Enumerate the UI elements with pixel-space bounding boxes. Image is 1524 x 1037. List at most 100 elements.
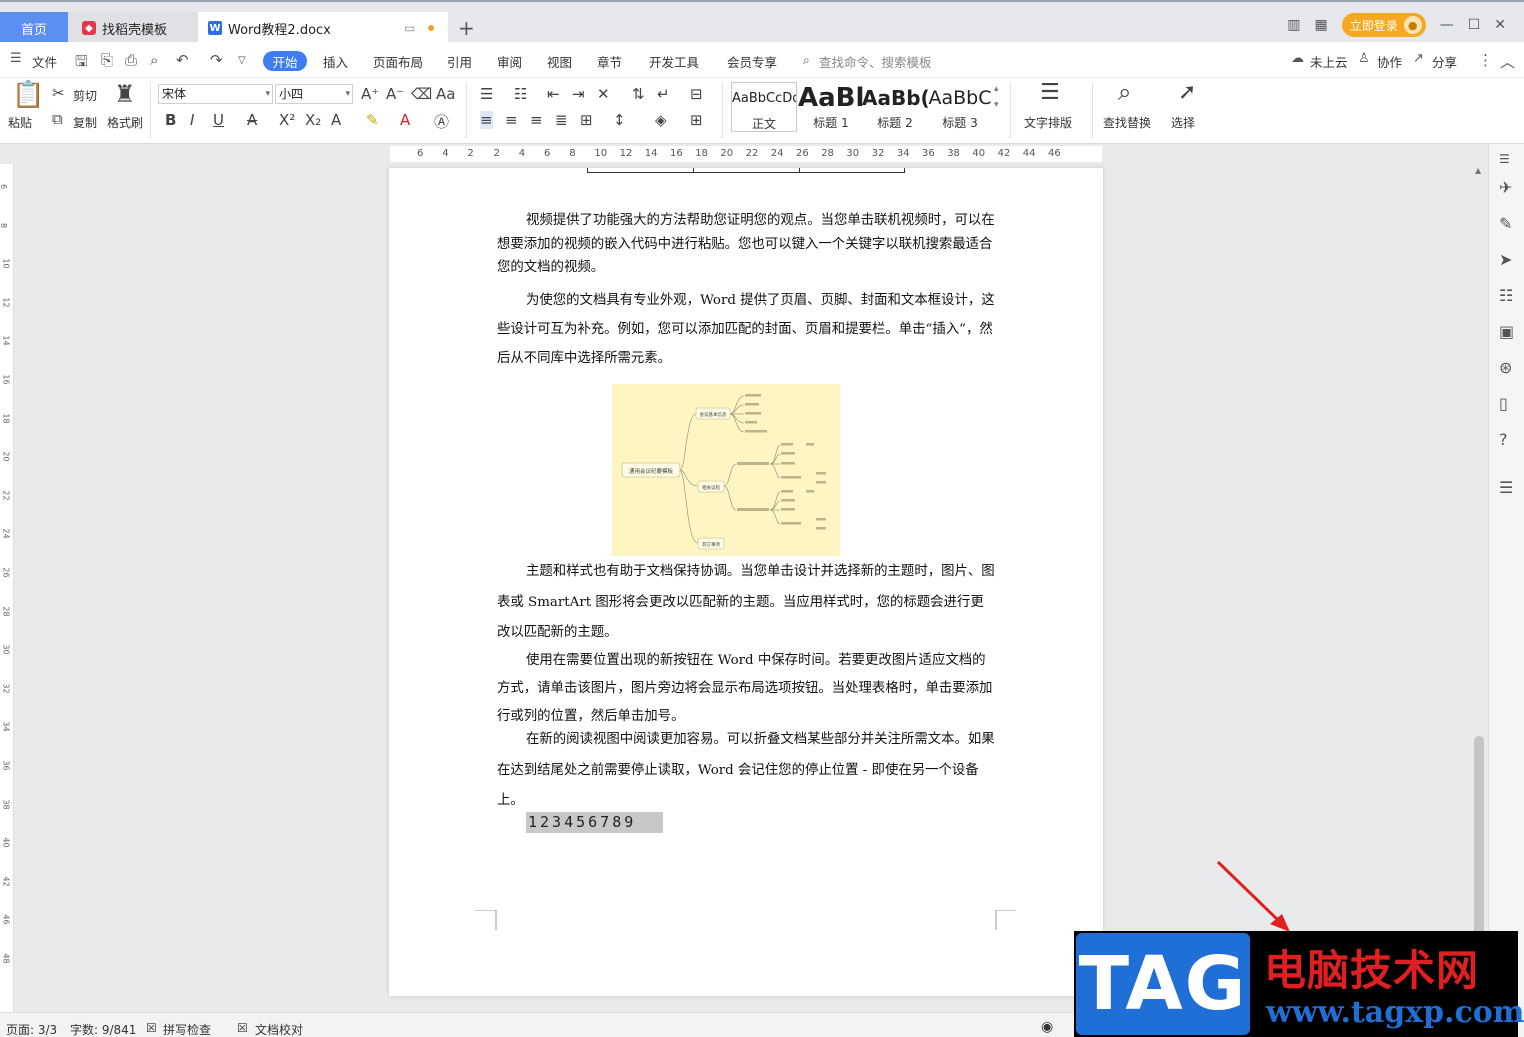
paragraph-new-buttons[interactable]: 使用在需要位置出现的新按钮在 Word 中保存时间。若要更改图片适应文档的方式，…	[497, 647, 997, 731]
vertical-scrollbar[interactable]: ▲	[1470, 144, 1488, 1012]
print-preview-icon[interactable]: ⌕	[150, 51, 158, 69]
borders-icon[interactable]: ⊞	[690, 111, 703, 129]
style-heading-3[interactable]: AaBbC 标题 3	[927, 82, 993, 132]
style-scroll-down-icon[interactable]: ▾	[994, 100, 999, 110]
login-button[interactable]: 立即登录 ●	[1341, 13, 1426, 37]
clear-format-icon[interactable]: ⌫	[411, 85, 432, 103]
font-name-select[interactable]: 宋体 ▾	[158, 84, 273, 104]
bullet-list-icon[interactable]: ☰	[480, 85, 493, 103]
document-page[interactable]: 视频提供了功能强大的方法帮助您证明您的观点。当您单击联机视频时，可以在想要添加的…	[389, 168, 1103, 996]
paragraph-video[interactable]: 视频提供了功能强大的方法帮助您证明您的观点。当您单击联机视频时，可以在想要添加的…	[497, 209, 997, 280]
select-cursor-icon[interactable]: ➚	[1178, 80, 1196, 105]
collapse-ribbon-icon[interactable]: ︿	[1500, 51, 1515, 72]
word-count[interactable]: 字数: 9/841	[70, 1021, 136, 1037]
grid-icon[interactable]: ▦	[1314, 17, 1327, 33]
scroll-up-icon[interactable]: ▲	[1475, 166, 1481, 175]
eye-protect-icon[interactable]: ◉	[1041, 1019, 1053, 1035]
paragraph-reading-view[interactable]: 在新的阅读视图中阅读更加容易。可以折叠文档某些部分并关注所需文本。如果在达到结尾…	[497, 725, 997, 817]
mindmap-image[interactable]: 通用会议纪要模板 会议基本信息 相关议程 其它事项	[612, 384, 840, 556]
vertical-ruler[interactable]: 6 8 10 12 14 16 18 20 22 24 26 28 30 32 34 36 38 40 42 46 48	[0, 164, 14, 1012]
find-icon[interactable]: ⌕	[1118, 78, 1131, 106]
tab-document[interactable]: W Word教程2.docx ▭	[198, 12, 448, 44]
align-left-icon[interactable]: ≡	[480, 111, 493, 129]
sort-icon[interactable]: ⇅	[632, 85, 645, 103]
scrollbar-thumb[interactable]	[1474, 736, 1484, 936]
book-icon[interactable]: ▯	[1499, 394, 1508, 413]
menu-reference[interactable]: 引用	[447, 52, 472, 71]
menu-layout[interactable]: 页面布局	[373, 52, 423, 71]
location-icon[interactable]: ⊛	[1499, 358, 1512, 377]
font-color-icon[interactable]: A	[400, 111, 410, 129]
format-painter-icon[interactable]: ♜	[114, 80, 136, 108]
italic-icon[interactable]: I	[190, 111, 194, 129]
text-layout-button[interactable]: 文字排版	[1024, 114, 1072, 131]
more-icon[interactable]: ⋮	[1478, 51, 1493, 69]
spell-check-button[interactable]: 拼写检查	[163, 1021, 211, 1037]
pointer-icon[interactable]: ➤	[1499, 250, 1512, 269]
superscript-icon[interactable]: X²	[279, 111, 295, 129]
cut-button[interactable]: 剪切	[73, 87, 97, 104]
horizontal-ruler[interactable]: 6 4 2 2 4 6 8 10 12 14 16 18 20 22 24 26 28 30 32 34 36 38 40 4…	[0, 144, 1488, 164]
grow-font-icon[interactable]: A⁺	[361, 85, 379, 103]
export-pdf-icon[interactable]: ⎘	[101, 51, 113, 69]
paste-icon[interactable]: 📋	[12, 80, 44, 110]
menu-insert[interactable]: 插入	[323, 52, 348, 71]
close-icon[interactable]: ✕	[1494, 17, 1506, 33]
align-center-icon[interactable]: ≡	[505, 111, 518, 129]
cloud-status[interactable]: 未上云	[1310, 52, 1348, 71]
sidebar-menu-icon[interactable]: ☰	[1499, 152, 1510, 166]
shading-icon[interactable]: ◈	[655, 111, 667, 129]
highlight-icon[interactable]: ✎	[366, 111, 379, 129]
selected-number-line[interactable]: 123456789	[526, 812, 663, 833]
menu-dev[interactable]: 开发工具	[649, 52, 699, 71]
paragraph-word-design[interactable]: 为使您的文档具有专业外观，Word 提供了页眉、页脚、封面和文本框设计，这些设计…	[497, 286, 997, 373]
minimize-icon[interactable]: —	[1440, 17, 1454, 33]
tab-stops-icon[interactable]: ⊟	[690, 85, 703, 103]
numbered-list-icon[interactable]: ☷	[514, 85, 527, 103]
justify-icon[interactable]: ≣	[555, 111, 568, 129]
paragraph-theme[interactable]: 主题和样式也有助于文档保持协调。当您单击设计并选择新的主题时，图片、图表或 Sm…	[497, 557, 997, 649]
chinese-layout-icon[interactable]: ✕	[597, 85, 610, 103]
menu-file[interactable]: 文件	[32, 52, 57, 71]
select-button[interactable]: 选择	[1171, 114, 1195, 131]
style-scroll-up-icon[interactable]: ▴	[994, 84, 999, 94]
rocket-icon[interactable]: ✈	[1499, 178, 1512, 197]
command-search[interactable]: 查找命令、搜索模板	[819, 52, 932, 71]
style-heading-2[interactable]: AaBb( 标题 2	[862, 82, 928, 132]
tab-template[interactable]: ◆ 找稻壳模板	[68, 12, 198, 44]
paragraph-mark-icon[interactable]: ↵	[657, 85, 670, 103]
change-case-icon[interactable]: Aa	[436, 85, 455, 103]
pen-icon[interactable]: ✎	[1499, 214, 1512, 233]
decrease-indent-icon[interactable]: ⇤	[547, 85, 560, 103]
format-painter-button[interactable]: 格式刷	[107, 114, 143, 131]
subscript-icon[interactable]: X₂	[305, 111, 321, 129]
underline-icon[interactable]: U	[213, 111, 224, 129]
find-replace-button[interactable]: 查找替换	[1103, 114, 1151, 131]
new-tab-button[interactable]: +	[458, 16, 475, 40]
bold-icon[interactable]: B	[165, 111, 176, 129]
tab-home[interactable]: 首页	[0, 12, 68, 44]
customize-dropdown-icon[interactable]: ▽	[238, 55, 246, 66]
font-size-select[interactable]: 小四 ▾	[275, 84, 353, 104]
menu-review[interactable]: 审阅	[497, 52, 522, 71]
proof-button[interactable]: 文档校对	[255, 1021, 303, 1037]
shrink-font-icon[interactable]: A⁻	[386, 85, 404, 103]
redo-icon[interactable]: ↷	[210, 51, 223, 69]
settings-sliders-icon[interactable]: ☷	[1499, 286, 1513, 305]
line-spacing-icon[interactable]: ↕	[613, 111, 626, 129]
menu-view[interactable]: 视图	[547, 52, 572, 71]
style-heading-1[interactable]: AaBl 标题 1	[798, 82, 864, 132]
menu-start[interactable]: 开始	[263, 51, 307, 71]
increase-indent-icon[interactable]: ⇥	[572, 85, 585, 103]
copy-button[interactable]: 复制	[73, 114, 97, 131]
maximize-icon[interactable]: ☐	[1468, 17, 1481, 33]
hamburger-icon[interactable]: ☰	[10, 51, 22, 66]
share-button[interactable]: 分享	[1432, 52, 1457, 71]
monitor-icon[interactable]: ▭	[404, 21, 415, 35]
image-icon[interactable]: ▣	[1499, 322, 1514, 341]
strikethrough-icon[interactable]: A	[247, 111, 257, 129]
print-icon[interactable]: ⎙	[125, 51, 137, 69]
undo-icon[interactable]: ↶	[176, 51, 189, 69]
collab-button[interactable]: 协作	[1377, 52, 1402, 71]
distribute-icon[interactable]: ⊞	[580, 111, 593, 129]
